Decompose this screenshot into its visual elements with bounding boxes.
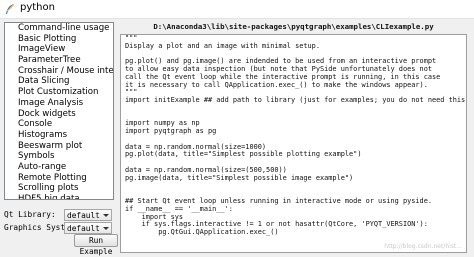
list-item[interactable]: Dock widgets [5,109,113,120]
python-feather-icon [6,3,15,14]
code-line: it is necessary to call QApplication.exe… [125,80,428,89]
list-item[interactable]: HDF5 big data [5,194,113,199]
list-item[interactable]: Histograms [5,130,113,141]
code-line: pg.plot(data, title="Simplest possible p… [125,150,362,159]
chevron-down-icon [103,227,109,230]
run-example-button[interactable]: Run Example [74,234,118,256]
list-item[interactable]: Auto-range [5,162,113,173]
watermark-text: http://blog.csdn.net/hist... [384,243,462,250]
graphics-system-value: default [67,224,100,233]
code-line: Display a plot and an image with minimal… [125,41,320,50]
qt-library-select[interactable]: default [64,209,112,221]
left-panel: Command-line usage Basic Plotting ImageVie… [4,22,118,256]
list-item[interactable]: ParameterTree [5,55,113,66]
list-item[interactable]: Beeswarm plot [5,141,113,152]
list-item[interactable]: ImageView [5,44,113,55]
list-item[interactable]: Plot Customization [5,87,113,98]
qt-library-row: Qt Library: default [4,209,114,222]
code-line: import initExample ## add path to librar… [125,96,467,105]
examples-tree-list[interactable]: Command-line usage Basic Plotting ImageVie… [4,22,114,200]
code-line: pg.image(data, title="Simplest possible … [125,173,354,182]
chevron-down-icon [103,214,109,217]
app-window: python Command-line usage Basic Plotting I… [0,0,474,256]
code-line: pg.QtGui.QApplication.exec_() [125,228,279,237]
qt-library-value: default [67,211,100,220]
code-editor[interactable]: """ Display a plot and an image with mini… [120,34,467,253]
list-item[interactable]: Image Analysis [5,98,113,109]
list-item[interactable]: Command-line usage [5,23,113,34]
list-item[interactable]: Crosshair / Mouse inter… [5,66,113,77]
graphics-system-select[interactable]: default [64,222,112,234]
list-item[interactable]: Symbols [5,151,113,162]
list-item[interactable]: Console [5,119,113,130]
code-panel: D:\Anaconda3\lib\site-packages\pyqtgraph… [120,22,467,253]
window-title: python [20,2,55,13]
title-bar[interactable]: python [0,0,474,19]
qt-library-label: Qt Library: [4,210,56,219]
splitter-handle[interactable] [116,22,119,251]
file-path-label: D:\Anaconda3\lib\site-packages\pyqtgraph… [153,22,434,31]
list-item[interactable]: Basic Plotting [5,34,113,45]
list-item[interactable]: Remote Plotting [5,173,113,184]
list-item[interactable]: Scrolling plots [5,183,113,194]
list-item[interactable]: Data Slicing [5,76,113,87]
code-line: import pyqtgraph as pg [125,127,217,136]
